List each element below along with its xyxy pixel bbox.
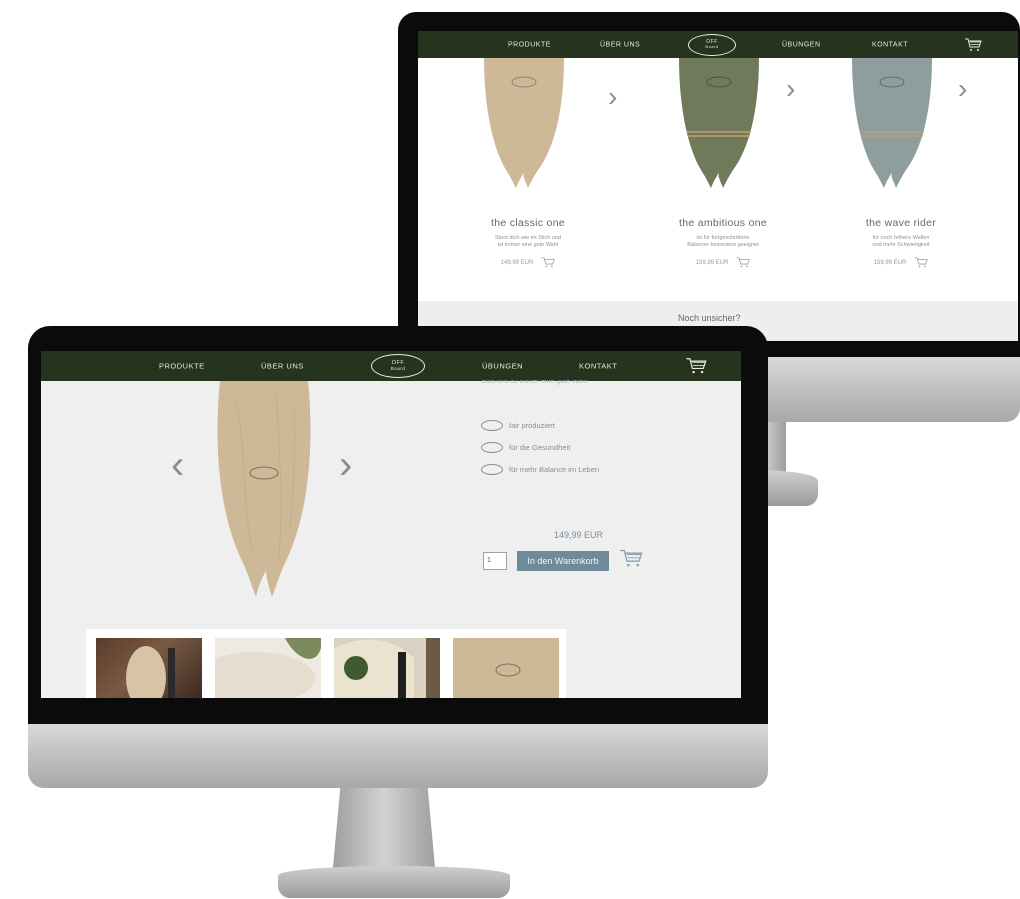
add-to-cart-button[interactable]: In den Warenkorb: [517, 551, 609, 571]
cart-icon[interactable]: [685, 358, 707, 375]
nav-produkte[interactable]: PRODUKTE: [508, 41, 551, 48]
nav-kontakt[interactable]: KONTAKT: [579, 362, 617, 371]
cart-icon[interactable]: [736, 257, 751, 268]
product-description-line: Stoot dich wie im Stich und: [494, 235, 562, 241]
product-card-ambitious[interactable]: the ambitious one ist für fortgeschritte…: [658, 217, 788, 268]
nav-produkte[interactable]: PRODUKTE: [159, 362, 205, 371]
product-price-row: 159,99 EUR: [658, 257, 788, 268]
product-card-wave-rider[interactable]: the wave rider für noch höhere Wellen un…: [836, 217, 966, 268]
monitor-stand-foot: [278, 866, 510, 898]
feature-item: für mehr Balance im Leben: [481, 464, 599, 475]
top-navigation: PRODUKTE ÜBER UNS OFF Board ÜBUNGEN KONT…: [41, 351, 741, 381]
quantity-input[interactable]: 1: [483, 552, 507, 570]
product-price-row: 159,99 EUR: [836, 257, 966, 268]
oval-bullet-icon: [481, 464, 503, 475]
feature-item: fair produziert: [481, 420, 555, 431]
logo-bottom-text: Board: [390, 365, 406, 371]
chevron-right-icon[interactable]: ›: [339, 443, 352, 488]
product-title: the ambitious one: [679, 217, 767, 229]
unsure-heading: Noch unsicher?: [678, 313, 741, 323]
cart-icon[interactable]: [619, 549, 643, 568]
cart-icon[interactable]: [964, 38, 982, 52]
gallery-thumbnail[interactable]: [215, 638, 321, 698]
nav-kontakt[interactable]: KONTAKT: [872, 41, 908, 48]
product-description: Stoot dich wie im Stich und ist immer ei…: [468, 235, 588, 249]
logo-bottom-text: Board: [705, 44, 719, 49]
oval-bullet-icon: [481, 442, 503, 453]
product-description: für noch höhere Wellen und mehr Schwieri…: [836, 235, 966, 249]
chevron-left-icon[interactable]: ‹: [171, 443, 184, 488]
product-description-line: ist immer eine gute Wahl: [497, 242, 559, 248]
board-ambitious-image[interactable]: [673, 58, 765, 188]
monitor-stand-neck: [332, 788, 436, 878]
nav-uebungen[interactable]: ÜBUNGEN: [482, 362, 523, 371]
feature-item: für die Gesundheit: [481, 442, 570, 453]
feature-label: für mehr Balance im Leben: [509, 465, 600, 474]
product-card-classic[interactable]: the classic one Stoot dich wie im Stich …: [468, 217, 588, 268]
nav-uebungen[interactable]: ÜBUNGEN: [782, 41, 821, 48]
brand-logo[interactable]: OFF Board: [688, 33, 736, 56]
feature-label: für die Gesundheit: [509, 443, 571, 452]
product-title: the wave rider: [865, 217, 937, 229]
cart-icon[interactable]: [914, 257, 929, 268]
chevron-right-icon[interactable]: ›: [608, 81, 617, 113]
product-description-line: für noch höhere Wellen: [872, 235, 930, 241]
cart-icon[interactable]: [541, 257, 556, 268]
product-price-row: 149,99 EUR: [468, 257, 588, 268]
product-price: 159,99 EUR: [873, 259, 907, 266]
main-board-image[interactable]: [206, 381, 322, 597]
top-navigation: PRODUKTE ÜBER UNS OFF Board ÜBUNGEN KONT…: [418, 31, 1018, 58]
chevron-right-icon[interactable]: ›: [958, 73, 967, 105]
nav-ueber-uns[interactable]: ÜBER UNS: [600, 41, 640, 48]
monitor-chin: [28, 724, 768, 788]
back-screen: PRODUKTE ÜBER UNS OFF Board ÜBUNGEN KONT…: [418, 31, 1018, 341]
product-description-line: ist für fortgeschrittene: [696, 235, 750, 241]
product-title: the classic one: [491, 217, 565, 229]
feature-label: fair produziert: [509, 421, 555, 430]
front-screen: PRODUKTE ÜBER UNS OFF Board ÜBUNGEN KONT…: [41, 351, 741, 698]
product-description-line: Balancer besonders geeignet: [687, 242, 759, 248]
nav-ueber-uns[interactable]: ÜBER UNS: [261, 362, 304, 371]
product-price: 149,99 EUR: [554, 530, 604, 540]
chevron-right-icon[interactable]: ›: [786, 73, 795, 105]
front-monitor: PRODUKTE ÜBER UNS OFF Board ÜBUNGEN KONT…: [28, 326, 768, 898]
product-price: 159,99 EUR: [695, 259, 729, 266]
product-description: ist für fortgeschrittene Balancer besond…: [658, 235, 788, 249]
image-gallery: [86, 629, 566, 698]
gallery-thumbnail[interactable]: [453, 638, 559, 698]
brand-logo[interactable]: OFF Board: [371, 354, 425, 378]
product-description-cut: Stoit und ist immer eine gute Wahl: [481, 380, 588, 385]
product-description-line: und mehr Schwierigkeit: [872, 242, 930, 248]
gallery-thumbnail[interactable]: [96, 638, 202, 698]
oval-bullet-icon: [481, 420, 503, 431]
product-price: 149,99 EUR: [500, 259, 534, 266]
gallery-thumbnail[interactable]: [334, 638, 440, 698]
board-wave-rider-image[interactable]: [846, 58, 938, 188]
board-classic-image[interactable]: [478, 58, 570, 188]
